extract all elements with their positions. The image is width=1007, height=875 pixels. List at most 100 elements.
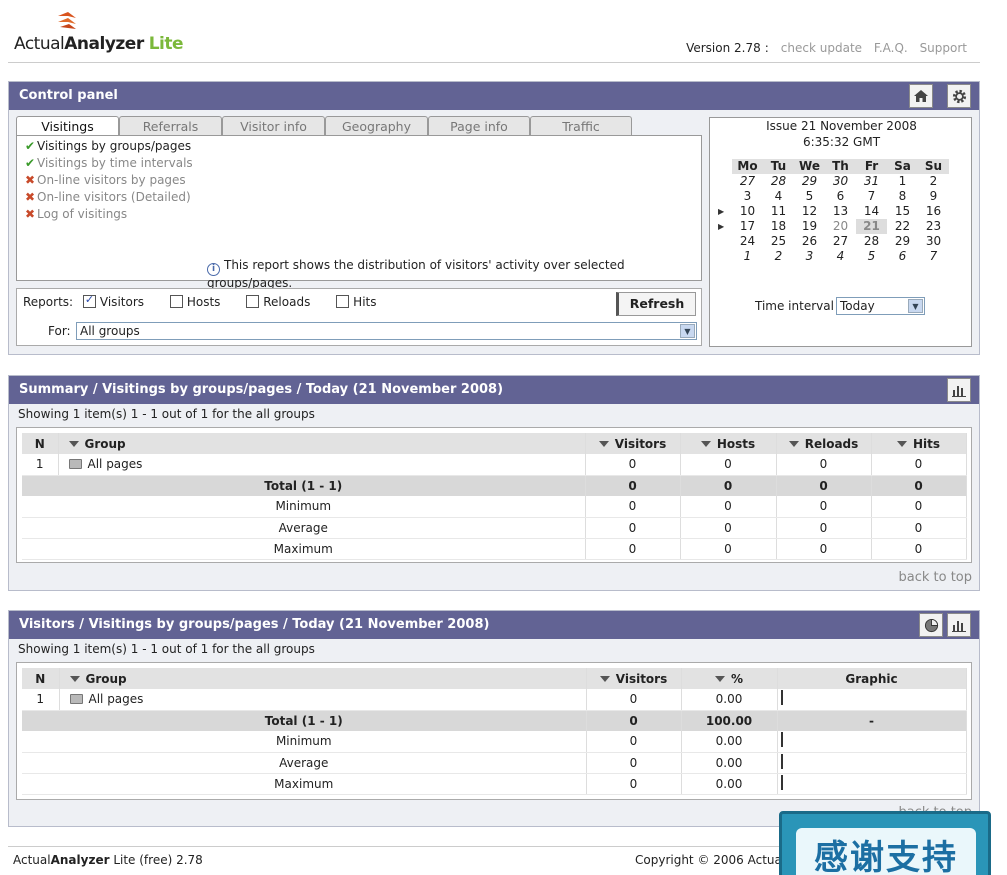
calendar-day[interactable]: 4 [763,189,794,204]
calendar-day[interactable]: 2 [918,174,949,189]
calendar-day[interactable]: 13 [825,204,856,219]
graphic-bar [780,774,783,790]
refresh-button[interactable]: Refresh [616,292,696,316]
tab-geography[interactable]: Geography [325,116,428,136]
tab-visitings[interactable]: Visitings [16,116,119,137]
pie-chart-icon [924,618,938,632]
calendar-day[interactable]: 24 [732,234,763,249]
group-select[interactable]: All groups ▼ [76,322,697,340]
calendar-day[interactable]: 30 [825,174,856,189]
sort-arrow-icon [714,675,725,682]
bar-chart-button[interactable] [947,378,971,402]
home-button[interactable] [909,84,933,108]
tab-visitor-info[interactable]: Visitor info [222,116,325,136]
calendar-day[interactable]: 27 [732,174,763,189]
col-group[interactable]: Group [58,433,586,454]
hosts-checkbox[interactable]: Hosts [169,295,220,309]
col-visitors[interactable]: Visitors [585,433,681,454]
calendar-day[interactable]: 18 [763,219,794,234]
calendar-day[interactable]: 30 [918,234,949,249]
calendar-day[interactable]: 5 [856,249,887,264]
calendar-day[interactable]: 12 [794,204,825,219]
calendar-day[interactable]: 3 [732,189,763,204]
report-item[interactable]: ✖ On-line visitors by pages [25,173,186,187]
graphic-bar [780,690,783,706]
bar-chart-icon [952,386,966,397]
calendar-day[interactable]: 2 [763,249,794,264]
report-item[interactable]: ✔ Visitings by time intervals [25,156,193,170]
report-item[interactable]: ✔ Visitings by groups/pages [25,139,191,153]
calendar-day[interactable]: 20 [825,219,856,234]
calendar-day[interactable]: 11 [763,204,794,219]
calendar-day[interactable]: 10 [732,204,763,219]
bar-chart-button[interactable] [947,613,971,637]
calendar-day[interactable]: 19 [794,219,825,234]
calendar-day[interactable]: 6 [825,189,856,204]
visitors-table-box: N Group Visitors % Graphic 1 All pages 0… [16,662,972,800]
settings-button[interactable] [947,84,971,108]
back-to-top-link[interactable]: back to top [898,570,972,585]
report-item[interactable]: ✖ On-line visitors (Detailed) [25,190,191,204]
calendar-day[interactable]: 23 [918,219,949,234]
calendar-day[interactable]: 25 [763,234,794,249]
calendar-day[interactable]: 29 [794,174,825,189]
sort-arrow-icon [599,675,610,682]
top-navigation: Version 2.78: check update F.A.Q. Support [686,41,967,55]
week-select-arrow-icon[interactable]: ▶ [718,222,724,231]
time-interval-select[interactable]: Today ▼ [836,297,925,315]
group-link[interactable]: All pages [59,689,587,711]
col-visitors[interactable]: Visitors [586,668,682,689]
calendar-day[interactable]: 31 [856,174,887,189]
calendar-day[interactable]: 8 [887,189,918,204]
group-link[interactable]: All pages [58,454,586,476]
col-n: N [22,433,59,454]
col-hosts[interactable]: Hosts [680,433,777,454]
calendar-day[interactable]: 4 [825,249,856,264]
hits-checkbox[interactable]: Hits [336,295,377,309]
report-item[interactable]: ✖ Log of visitings [25,207,127,221]
calendar-day[interactable]: 7 [918,249,949,264]
calendar-day[interactable]: 16 [918,204,949,219]
visitors-table: N Group Visitors % Graphic 1 All pages 0… [22,668,967,795]
tab-traffic[interactable]: Traffic [530,116,632,136]
calendar-day[interactable]: 27 [825,234,856,249]
cross-icon: ✖ [25,173,36,187]
calendar-day[interactable]: 15 [887,204,918,219]
calendar-day[interactable]: 22 [887,219,918,234]
summary-table: N Group Visitors Hosts Reloads Hits 1 Al… [22,433,967,560]
tab-page-info[interactable]: Page info [428,116,530,136]
calendar-day[interactable]: 3 [794,249,825,264]
check-update-link[interactable]: check update [781,41,862,55]
calendar-day[interactable]: 29 [887,234,918,249]
reloads-checkbox[interactable]: Reloads [246,295,310,309]
col-hits[interactable]: Hits [871,433,967,454]
faq-link[interactable]: F.A.Q. [874,41,908,55]
graphic-bar [780,732,783,748]
calendar-day[interactable]: 9 [918,189,949,204]
calendar-day[interactable]: 14 [856,204,887,219]
calendar-day[interactable]: 1 [732,249,763,264]
thanks-overlay-badge[interactable]: 感谢支持 [779,811,991,875]
calendar-day[interactable]: 17 [732,219,763,234]
pie-chart-button[interactable] [919,613,943,637]
stat-row: Minimum 0 0.00 [22,731,967,753]
col-percent[interactable]: % [681,668,778,689]
calendar-day[interactable]: 6 [887,249,918,264]
visitors-checkbox[interactable]: Visitors [82,293,144,309]
sort-arrow-icon [896,440,907,447]
calendar-day-today[interactable]: 21 [856,219,887,234]
calendar-day[interactable]: 5 [794,189,825,204]
col-group[interactable]: Group [59,668,587,689]
calendar-day[interactable]: 28 [856,234,887,249]
calendar-day[interactable]: 1 [887,174,918,189]
table-row: 1 All pages 0 0.00 [22,689,967,711]
visitors-panel-header: Visitors / Visitings by groups/pages / T… [9,611,979,639]
calendar-day[interactable]: 28 [763,174,794,189]
tab-referrals[interactable]: Referrals [119,116,222,136]
support-link[interactable]: Support [920,41,967,55]
week-select-arrow-icon[interactable]: ▶ [718,207,724,216]
panel-title: Control panel [19,88,118,103]
calendar-day[interactable]: 26 [794,234,825,249]
calendar-day[interactable]: 7 [856,189,887,204]
col-reloads[interactable]: Reloads [776,433,872,454]
